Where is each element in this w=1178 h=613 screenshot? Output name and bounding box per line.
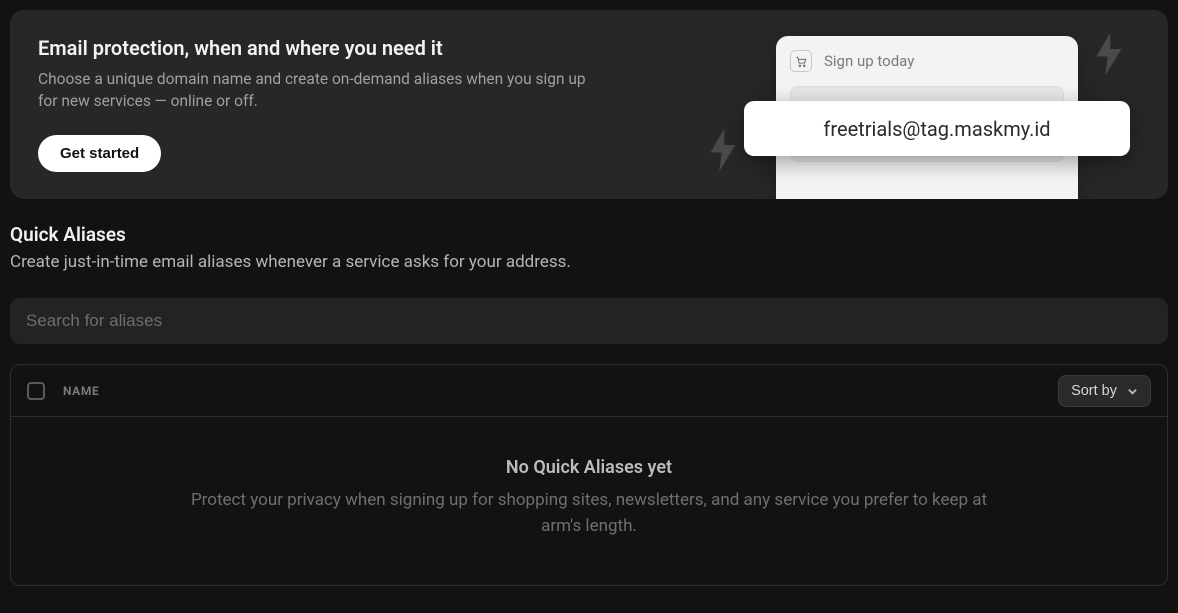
search-container[interactable]: [10, 298, 1168, 344]
empty-state: No Quick Aliases yet Protect your privac…: [11, 417, 1167, 585]
hero-subtitle: Choose a unique domain name and create o…: [38, 68, 598, 113]
get-started-label: Get started: [60, 145, 139, 162]
empty-state-subtitle: Protect your privacy when signing up for…: [179, 488, 999, 539]
search-input[interactable]: [26, 311, 1152, 331]
empty-state-title: No Quick Aliases yet: [71, 457, 1107, 478]
section-subtitle: Create just-in-time email aliases whenev…: [10, 252, 1168, 272]
generated-email-text: freetrials@tag.maskmy.id: [823, 117, 1050, 141]
chevron-down-icon: [1127, 385, 1138, 396]
illustration-header: Sign up today: [790, 50, 1064, 72]
hero-card: Email protection, when and where you nee…: [10, 10, 1168, 199]
get-started-button[interactable]: Get started: [38, 135, 161, 172]
sort-by-label: Sort by: [1071, 383, 1117, 399]
lightning-icon: [708, 128, 738, 182]
aliases-table: NAME Sort by No Quick Aliases yet Protec…: [10, 364, 1168, 586]
column-header-name: NAME: [63, 384, 99, 398]
illustration-signup-label: Sign up today: [824, 52, 914, 70]
cart-icon: [790, 50, 812, 72]
signup-illustration: Sign up today freetrials@tag.maskmy.id: [776, 36, 1078, 199]
select-all-checkbox[interactable]: [27, 382, 45, 400]
table-header: NAME Sort by: [11, 365, 1167, 417]
section-title: Quick Aliases: [10, 223, 1168, 246]
sort-by-button[interactable]: Sort by: [1058, 375, 1151, 407]
generated-email-popover: freetrials@tag.maskmy.id: [744, 101, 1130, 156]
